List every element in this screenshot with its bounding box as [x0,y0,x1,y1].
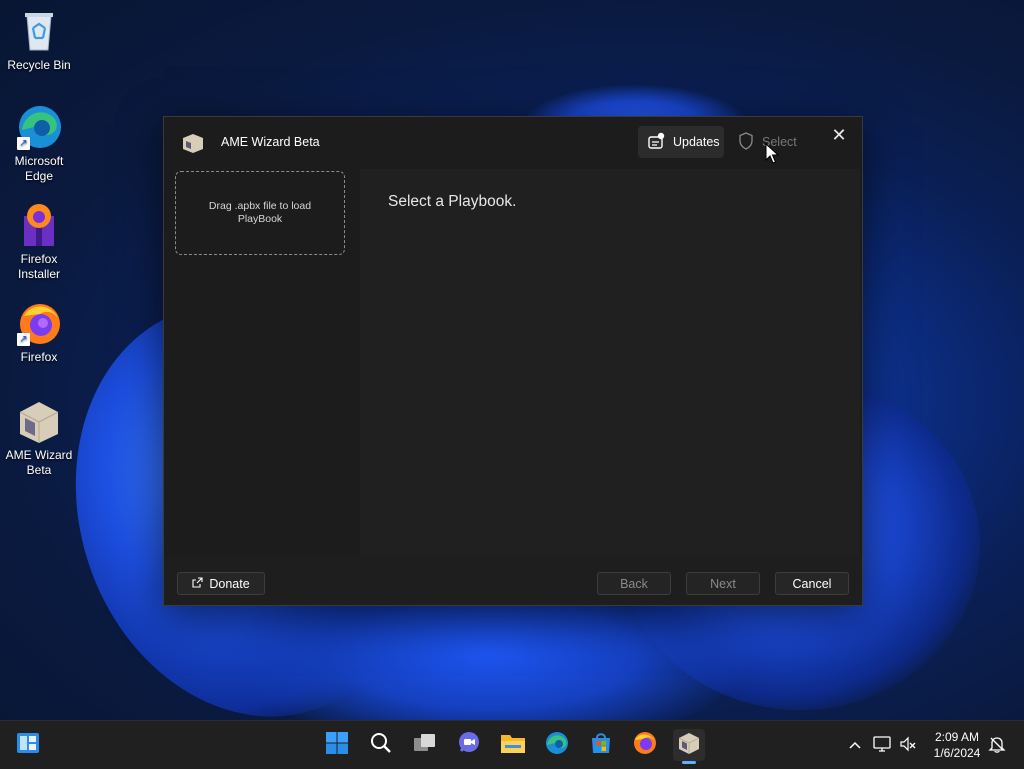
network-icon [873,736,891,756]
desktop-icon-label: Recycle Bin [7,58,71,72]
title-bar[interactable]: AME Wizard Beta Updates Select ✕ [164,117,862,169]
taskbar: 2:09 AM 1/6/2024 [0,720,1024,769]
store-button[interactable] [585,729,617,761]
donate-button[interactable]: Donate [177,572,265,595]
close-icon: ✕ [831,125,847,145]
updates-icon [647,132,665,153]
desktop-icon-label: Firefox Installer [17,252,61,281]
edge-icon [545,731,569,760]
footer-bar: Donate Back Next Cancel [164,557,862,605]
close-button[interactable]: ✕ [824,122,854,148]
desktop-icon-label: Microsoft Edge [14,154,64,183]
desktop-icon-label: AME Wizard Beta [5,448,73,477]
donate-label: Donate [209,576,250,591]
window-title: AME Wizard Beta [221,135,320,149]
active-app-indicator [682,761,696,764]
teams-chat-button[interactable] [453,729,485,761]
teams-chat-icon [457,731,481,760]
back-button[interactable]: Back [597,572,671,595]
dropzone-text: Drag .apbx file to load PlayBook [208,200,312,225]
notifications-button[interactable] [987,735,1007,755]
widgets-icon [16,732,40,759]
search-button[interactable] [365,729,397,761]
playbook-dropzone[interactable]: Drag .apbx file to load PlayBook [175,171,345,255]
cancel-button[interactable]: Cancel [775,572,849,595]
desktop-icon-recycle-bin[interactable]: Recycle Bin [1,8,77,73]
edge-icon: ↗ [16,104,62,150]
system-clock[interactable]: 2:09 AM 1/6/2024 [925,729,989,761]
sidebar: Drag .apbx file to load PlayBook [164,169,357,557]
updates-label: Updates [673,135,720,149]
external-link-icon [192,576,203,591]
next-button[interactable]: Next [686,572,760,595]
content-panel: Select a Playbook. [360,169,860,557]
recycle-bin-icon [16,8,62,54]
app-logo-icon [182,133,204,153]
clock-date: 1/6/2024 [933,746,981,760]
updates-button[interactable]: Updates [638,126,724,158]
firefox-taskbar-button[interactable] [629,729,661,761]
file-explorer-button[interactable] [497,729,529,761]
clock-time: 2:09 AM [934,730,980,744]
firefox-icon [633,731,657,760]
chevron-up-icon [848,737,862,753]
shield-icon [738,131,754,153]
firefox-icon: ↗ [16,300,62,346]
shortcut-arrow-icon: ↗ [17,333,30,346]
ame-wizard-taskbar-button[interactable] [673,729,705,761]
file-explorer-icon [500,732,526,759]
desktop-icon-edge[interactable]: ↗ Microsoft Edge [1,104,77,184]
network-button[interactable] [872,735,892,755]
notification-bell-icon [988,737,1006,756]
volume-button[interactable] [898,735,918,755]
widgets-button[interactable] [12,729,44,761]
ame-wizard-icon [677,731,701,760]
mouse-cursor-icon [765,142,780,165]
shortcut-arrow-icon: ↗ [17,137,30,150]
task-view-icon [413,732,437,759]
search-icon [370,732,392,759]
start-button[interactable] [321,729,353,761]
desktop-icon-firefox[interactable]: ↗ Firefox [1,300,77,365]
start-icon [325,731,349,760]
volume-muted-icon [899,736,917,756]
desktop-icon-ame-wizard[interactable]: AME Wizard Beta [1,398,77,478]
ame-wizard-window: AME Wizard Beta Updates Select ✕ Drag .a… [163,116,863,606]
page-heading: Select a Playbook. [388,193,517,210]
edge-taskbar-button[interactable] [541,729,573,761]
store-icon [589,731,613,760]
show-hidden-icons-button[interactable] [845,735,865,755]
task-view-button[interactable] [409,729,441,761]
firefox-installer-icon [16,202,62,248]
desktop-icon-firefox-installer[interactable]: Firefox Installer [1,202,77,282]
desktop-icon-label: Firefox [20,350,58,364]
ame-wizard-icon [16,398,62,444]
